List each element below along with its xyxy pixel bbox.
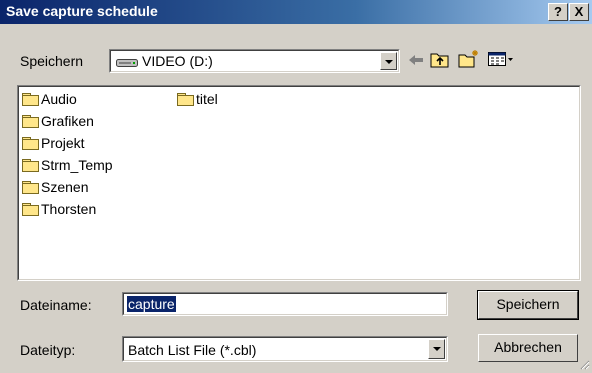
list-item[interactable]: titel — [177, 91, 218, 107]
location-dropdown[interactable]: VIDEO (D:) — [109, 49, 400, 73]
filename-label: Dateiname: — [20, 297, 92, 313]
folder-icon — [22, 93, 39, 106]
back-arrow-icon[interactable] — [408, 53, 424, 70]
help-button[interactable]: ? — [548, 3, 568, 21]
close-button[interactable]: X — [569, 3, 589, 21]
resize-grip-icon[interactable] — [578, 358, 590, 373]
title-bar: Save capture schedule ? X — [0, 0, 592, 24]
folder-icon — [22, 115, 39, 128]
list-item[interactable]: Projekt — [22, 135, 85, 151]
list-item[interactable]: Audio — [22, 91, 77, 107]
folder-icon — [177, 93, 194, 106]
location-value: VIDEO (D:) — [142, 53, 213, 69]
view-menu-icon[interactable] — [488, 52, 514, 70]
filename-field[interactable]: capture — [122, 292, 448, 316]
save-button[interactable]: Speichern — [477, 290, 579, 320]
folder-icon — [22, 203, 39, 216]
filetype-value: Batch List File (*.cbl) — [128, 342, 257, 358]
save-in-label: Speichern — [20, 53, 84, 69]
up-folder-icon[interactable] — [430, 51, 450, 71]
chevron-down-icon[interactable] — [428, 339, 445, 359]
new-folder-icon[interactable] — [458, 49, 480, 71]
filetype-label: Dateityp: — [20, 342, 76, 358]
folder-icon — [22, 137, 39, 150]
cancel-button[interactable]: Abbrechen — [478, 334, 578, 362]
folder-icon — [22, 159, 39, 172]
dialog-title: Save capture schedule — [6, 3, 158, 19]
chevron-down-icon[interactable] — [380, 52, 397, 70]
list-item[interactable]: Thorsten — [22, 201, 96, 217]
list-item[interactable]: Grafiken — [22, 113, 94, 129]
filetype-dropdown[interactable]: Batch List File (*.cbl) — [122, 336, 448, 362]
folder-icon — [22, 181, 39, 194]
filename-value: capture — [127, 296, 176, 312]
file-list[interactable]: Audio Grafiken Projekt Strm_Temp Szenen … — [17, 85, 581, 281]
drive-icon — [116, 56, 138, 71]
list-item[interactable]: Szenen — [22, 179, 88, 195]
list-item[interactable]: Strm_Temp — [22, 157, 113, 173]
